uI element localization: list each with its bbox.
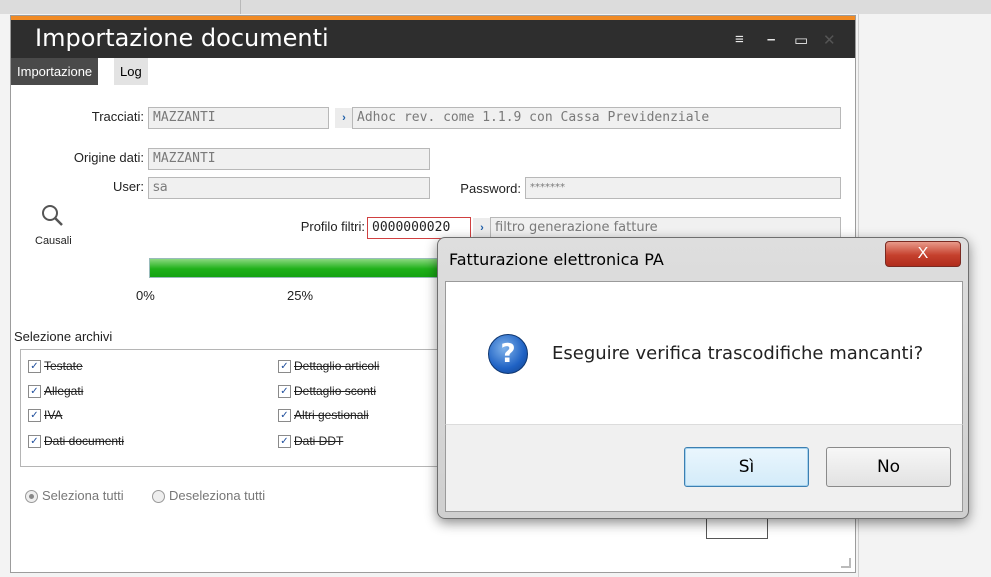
tab-log[interactable]: Log — [114, 58, 148, 85]
profilo-field[interactable]: 0000000020 — [367, 217, 471, 239]
progress-tick-0: 0% — [136, 288, 155, 303]
dialog-message: Eseguire verifica trascodifiche mancanti… — [552, 343, 924, 364]
background-tabs — [10, 0, 241, 14]
search-icon[interactable] — [41, 204, 65, 228]
checkbox-testate[interactable]: ✓ Testate — [28, 359, 83, 374]
check-icon: ✓ — [278, 435, 291, 449]
tracciati-lookup-button[interactable]: › — [335, 108, 353, 128]
checkbox-dettaglio-articoli[interactable]: ✓ Dettaglio articoli — [278, 359, 380, 374]
radio-icon — [152, 490, 165, 504]
esci-button[interactable] — [783, 518, 823, 538]
check-icon: ✓ — [28, 409, 41, 423]
resize-grip[interactable] — [841, 558, 851, 568]
maximize-icon[interactable]: ▭ — [794, 31, 808, 49]
dialog-close-button[interactable]: X — [885, 241, 961, 267]
password-field[interactable]: ******* — [525, 177, 841, 199]
dialog-body: ? Eseguire verifica trascodifiche mancan… — [445, 281, 963, 424]
tab-bar: Importazione Log — [11, 58, 855, 85]
tracciati-description: Adhoc rev. come 1.1.9 con Cassa Previden… — [352, 107, 841, 129]
causali-button[interactable]: Causali — [35, 235, 72, 247]
profilo-description: filtro generazione fatture — [490, 217, 841, 239]
radio-deseleziona-tutti[interactable]: Deseleziona tutti — [152, 488, 266, 504]
tab-importazione[interactable]: Importazione — [11, 58, 99, 85]
checkbox-label: Testate — [44, 359, 83, 373]
radio-selected-icon — [25, 490, 38, 504]
checkbox-label: IVA — [44, 408, 63, 422]
confirm-dialog: Fatturazione elettronica PA X ? Eseguire… — [437, 237, 969, 519]
window-title: Importazione documenti — [35, 24, 329, 52]
dialog-title: Fatturazione elettronica PA — [449, 250, 664, 269]
user-label: User: — [112, 179, 144, 194]
menu-icon[interactable]: ≡ — [735, 31, 744, 48]
checkbox-label: Dettaglio articoli — [294, 359, 380, 373]
tracciati-label: Tracciati: — [91, 109, 144, 124]
title-bar[interactable]: Importazione documenti ≡ – ▭ ✕ — [11, 20, 855, 58]
radio-label: Seleziona tutti — [42, 488, 124, 503]
user-field[interactable]: sa — [148, 177, 430, 199]
checkbox-dati-documenti[interactable]: ✓ Dati documenti — [28, 434, 125, 449]
check-icon: ✓ — [278, 409, 291, 423]
no-button[interactable]: No — [826, 447, 951, 487]
check-icon: ✓ — [28, 385, 41, 399]
check-icon: ✓ — [278, 385, 291, 399]
checkbox-label: Dati documenti — [44, 434, 125, 448]
ok-button[interactable] — [706, 518, 768, 539]
radio-label: Deseleziona tutti — [169, 488, 266, 503]
profilo-lookup-button[interactable]: › — [473, 218, 491, 238]
origine-field[interactable]: MAZZANTI — [148, 148, 430, 170]
check-icon: ✓ — [278, 360, 291, 374]
checkbox-dati-ddt[interactable]: ✓ Dati DDT — [278, 434, 344, 449]
checkbox-label: Altri gestionali — [294, 408, 369, 422]
check-icon: ✓ — [28, 435, 41, 449]
question-icon: ? — [488, 334, 528, 374]
dialog-footer: Sì No — [445, 424, 963, 512]
yes-button[interactable]: Sì — [684, 447, 809, 487]
checkbox-iva[interactable]: ✓ IVA — [28, 408, 63, 423]
minimize-icon[interactable]: – — [767, 31, 775, 48]
checkbox-altri-gestionali[interactable]: ✓ Altri gestionali — [278, 408, 369, 423]
origine-label: Origine dati: — [73, 150, 144, 165]
checkbox-label: Allegati — [44, 384, 84, 398]
profilo-label: Profilo filtri: — [300, 219, 365, 234]
tracciati-field[interactable]: MAZZANTI — [148, 107, 329, 129]
password-label: Password: — [460, 181, 521, 196]
radio-seleziona-tutti[interactable]: Seleziona tutti — [25, 488, 124, 504]
close-icon[interactable]: ✕ — [823, 31, 836, 49]
background-toolbar — [0, 0, 991, 14]
checkbox-allegati[interactable]: ✓ Allegati — [28, 384, 84, 399]
checkbox-label: Dettaglio sconti — [294, 384, 377, 398]
archivi-section-title: Selezione archivi — [14, 329, 113, 344]
checkbox-label: Dati DDT — [294, 434, 344, 448]
check-icon: ✓ — [28, 360, 41, 374]
checkbox-dettaglio-sconti[interactable]: ✓ Dettaglio sconti — [278, 384, 377, 399]
progress-tick-25: 25% — [287, 288, 314, 303]
